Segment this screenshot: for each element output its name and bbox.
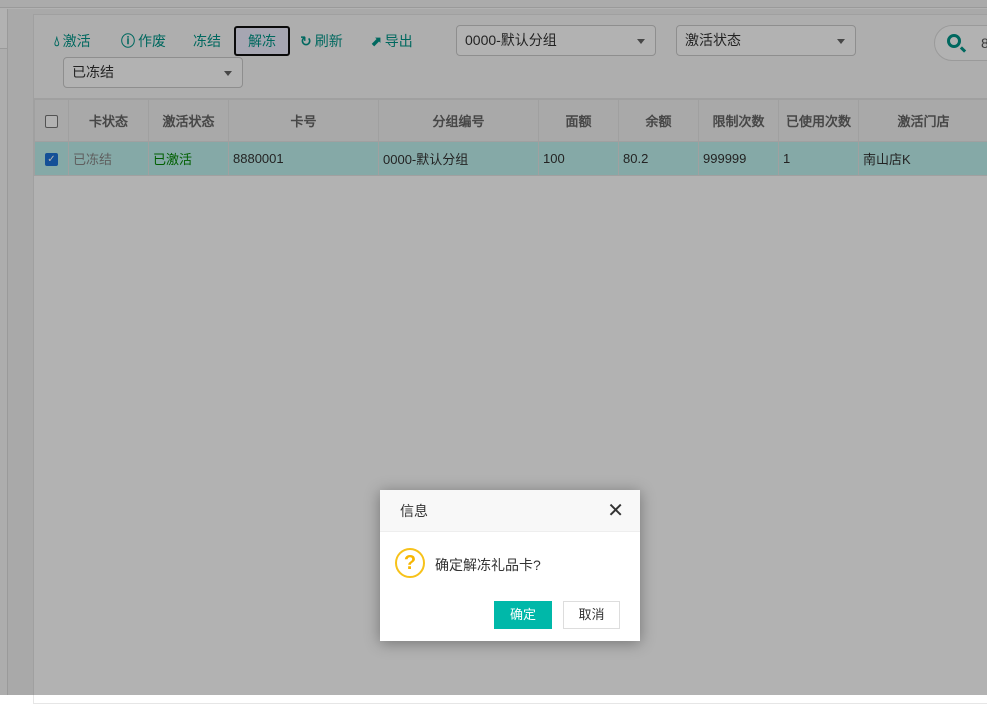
dialog-header: 信息 ✕ (380, 490, 640, 532)
dialog-title: 信息 (400, 503, 428, 519)
close-icon[interactable]: ✕ (607, 490, 624, 532)
dialog-message: 确定解冻礼品卡? (435, 555, 541, 575)
cancel-button[interactable]: 取消 (563, 601, 620, 629)
confirm-button[interactable]: 确定 (494, 601, 552, 629)
confirm-dialog: 信息 ✕ ? 确定解冻礼品卡? 确定 取消 (380, 490, 640, 641)
question-icon: ? (395, 548, 425, 578)
